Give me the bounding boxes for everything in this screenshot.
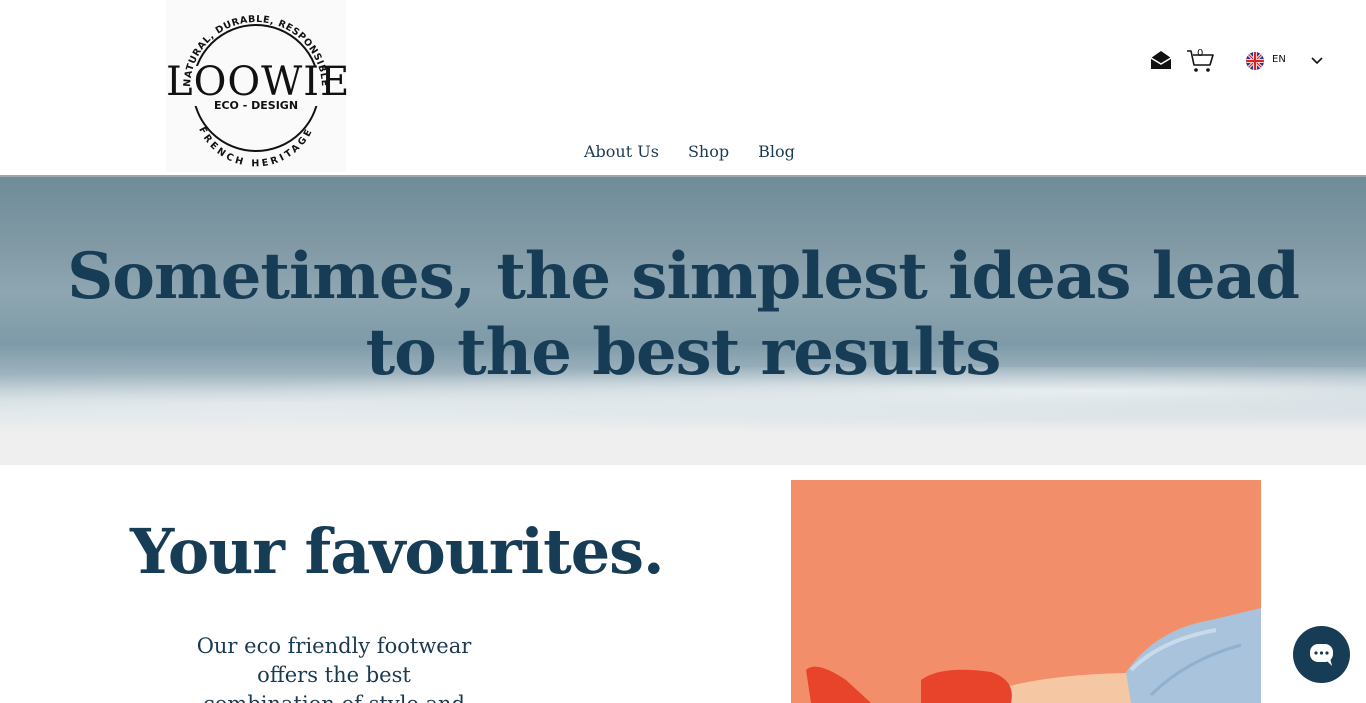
logo-wordmark: LOOWIE — [166, 59, 351, 105]
cart-count: 0 — [1197, 48, 1204, 59]
shoe-photo — [806, 608, 1261, 703]
envelope-icon[interactable] — [1150, 49, 1172, 71]
hero-headline: Sometimes, the simplest ideas lead to th… — [0, 239, 1366, 391]
product-image[interactable] — [791, 480, 1261, 703]
brand-logo[interactable]: NATURAL, DURABLE, RESPONSIBLE FRENCH HER… — [166, 0, 351, 172]
favourites-title: Your favourites. — [130, 515, 665, 588]
site-header: NATURAL, DURABLE, RESPONSIBLE FRENCH HER… — [0, 0, 1366, 176]
hero-banner: Sometimes, the simplest ideas lead to th… — [0, 177, 1366, 465]
chevron-down-icon — [1311, 57, 1323, 65]
hero-headline-line1: Sometimes, the simplest ideas lead — [67, 239, 1300, 314]
hero-sand — [0, 433, 1366, 465]
main-nav: About Us Shop Blog — [584, 140, 795, 164]
nav-shop[interactable]: Shop — [688, 140, 729, 164]
language-selector[interactable]: EN — [1244, 50, 1328, 72]
nav-about-us[interactable]: About Us — [584, 140, 659, 164]
uk-flag-icon — [1246, 52, 1264, 70]
chat-bubble-icon — [1310, 644, 1333, 666]
nav-blog[interactable]: Blog — [758, 140, 795, 164]
chat-button[interactable] — [1293, 626, 1350, 683]
hero-headline-line2: to the best results — [365, 315, 1002, 390]
svg-text:FRENCH HERITAGE: FRENCH HERITAGE — [196, 125, 316, 169]
favourites-description: Our eco friendly footwear offers the bes… — [196, 634, 472, 703]
logo-subtitle: ECO - DESIGN — [213, 99, 299, 112]
language-label: EN — [1272, 54, 1286, 65]
